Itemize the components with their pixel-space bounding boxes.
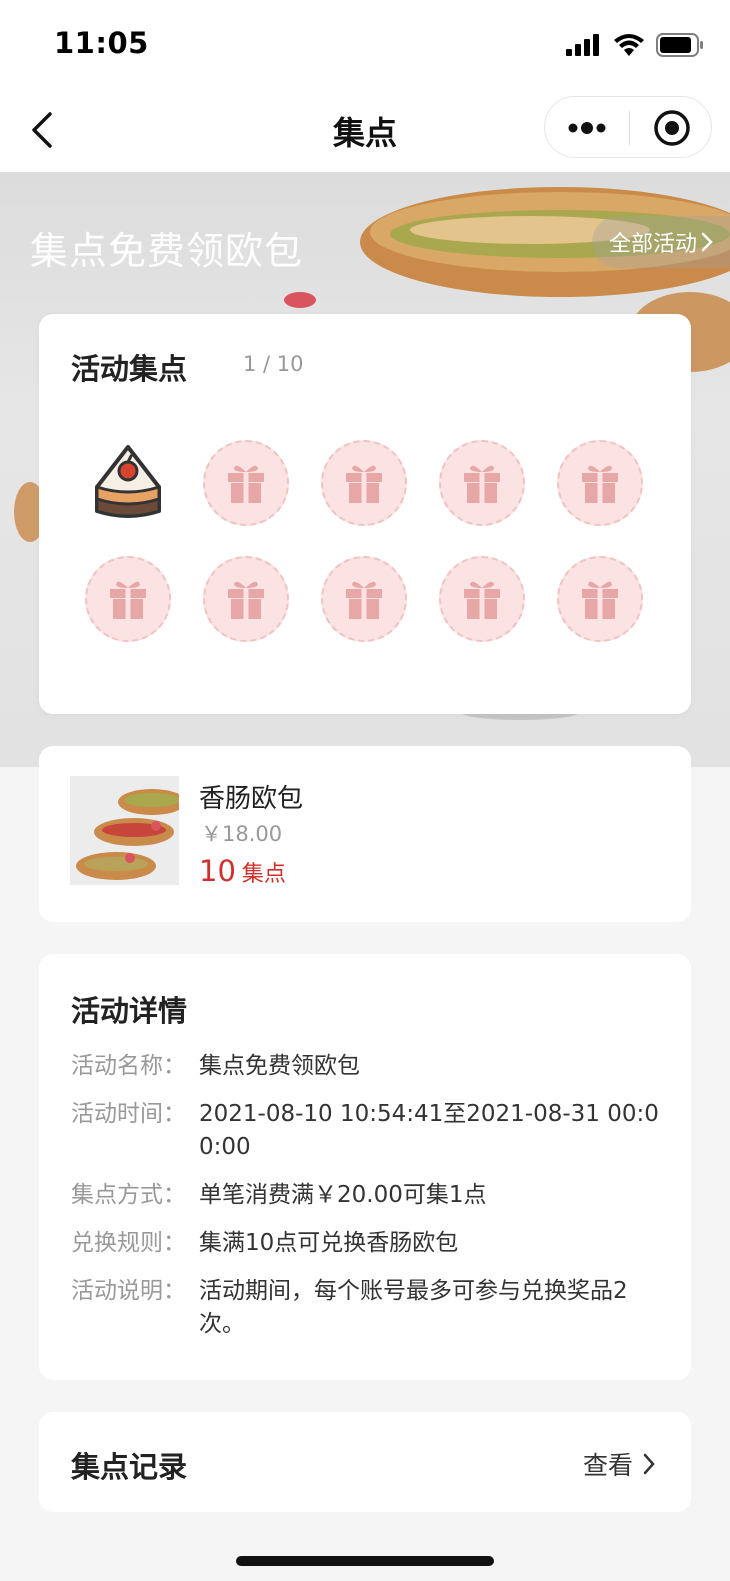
detail-key: 活动说明：: [71, 1278, 186, 1304]
stamp-empty: [203, 556, 289, 642]
detail-value: 2021-08-10 10:54:41至2021-08-31 00:00:00: [199, 1101, 659, 1160]
detail-key: 兑换规则：: [71, 1230, 186, 1256]
nav-bar: 集点: [0, 88, 730, 172]
stamp-empty: [321, 440, 407, 526]
product-name: 香肠欧包: [199, 784, 304, 814]
wifi-icon: [614, 34, 644, 56]
detail-row-name: 活动名称： 集点免费领欧包: [71, 1050, 661, 1083]
stamp-empty: [85, 556, 171, 642]
stamp-record-card[interactable]: 集点记录 查看: [39, 1412, 691, 1512]
gift-icon: [582, 581, 618, 619]
stamp-count: 1 / 10: [243, 352, 304, 376]
stamp-collected: [85, 440, 171, 526]
product-image: [70, 776, 179, 885]
view-record-button[interactable]: 查看: [583, 1446, 655, 1482]
status-time: 11:05: [54, 26, 149, 60]
activity-detail-card: 活动详情 活动名称： 集点免费领欧包 活动时间： 2021-08-10 10:5…: [39, 954, 691, 1380]
all-activities-label: 全部活动: [608, 232, 697, 257]
product-price: ￥18.00: [201, 822, 283, 846]
home-indicator: [236, 1556, 494, 1566]
close-button[interactable]: [630, 97, 713, 159]
gift-icon: [582, 465, 618, 503]
cake-icon: [95, 445, 161, 518]
more-dots-icon: [568, 122, 606, 134]
mini-program-capsule: [544, 96, 712, 158]
detail-value: 集点免费领欧包: [199, 1053, 360, 1079]
stamp-empty: [203, 440, 289, 526]
detail-row-desc: 活动说明： 活动期间，每个账号最多可参与兑换奖品2次。: [71, 1275, 661, 1341]
gift-icon: [346, 465, 382, 503]
chevron-right-icon: [701, 232, 713, 252]
chevron-right-icon: [643, 1453, 655, 1475]
battery-icon: [656, 33, 703, 57]
signal-icon: [566, 34, 599, 56]
detail-row-method: 集点方式： 单笔消费满￥20.00可集1点: [71, 1179, 661, 1212]
record-title: 集点记录: [71, 1450, 188, 1484]
stamp-empty: [439, 440, 525, 526]
detail-key: 活动名称：: [71, 1053, 186, 1079]
gift-icon: [228, 581, 264, 619]
gift-icon: [228, 465, 264, 503]
status-icons: [566, 32, 704, 58]
view-label: 查看: [582, 1451, 633, 1480]
detail-rows: 活动名称： 集点免费领欧包 活动时间： 2021-08-10 10:54:41至…: [71, 1050, 661, 1356]
gift-icon: [110, 581, 146, 619]
gift-icon: [346, 581, 382, 619]
status-bar: 11:05: [0, 0, 730, 88]
gift-icon: [464, 581, 500, 619]
stamp-empty: [321, 556, 407, 642]
detail-row-time: 活动时间： 2021-08-10 10:54:41至2021-08-31 00:…: [71, 1098, 661, 1164]
detail-key: 集点方式：: [71, 1182, 186, 1208]
detail-value: 集满10点可兑换香肠欧包: [199, 1230, 459, 1256]
target-circle-icon: [653, 110, 690, 146]
detail-value: 活动期间，每个账号最多可参与兑换奖品2次。: [199, 1278, 628, 1337]
more-button[interactable]: [545, 97, 629, 159]
stamp-card-title: 活动集点: [71, 352, 188, 386]
detail-title: 活动详情: [71, 994, 188, 1028]
stamp-empty: [557, 440, 643, 526]
detail-row-rule: 兑换规则： 集满10点可兑换香肠欧包: [71, 1227, 661, 1260]
detail-value: 单笔消费满￥20.00可集1点: [199, 1182, 487, 1208]
points-number: 10: [199, 854, 236, 888]
all-activities-button[interactable]: 全部活动: [592, 216, 730, 268]
stamp-empty: [557, 556, 643, 642]
product-points: 10 集点: [199, 854, 286, 888]
stamp-card: 活动集点 1 / 10: [39, 314, 691, 714]
product-card[interactable]: 香肠欧包 ￥18.00 10 集点: [39, 746, 691, 922]
banner-title: 集点免费领欧包: [30, 229, 304, 273]
gift-icon: [464, 465, 500, 503]
detail-key: 活动时间：: [71, 1101, 186, 1127]
stamp-grid: [85, 440, 645, 642]
points-unit: 集点: [241, 862, 286, 887]
stamp-empty: [439, 556, 525, 642]
